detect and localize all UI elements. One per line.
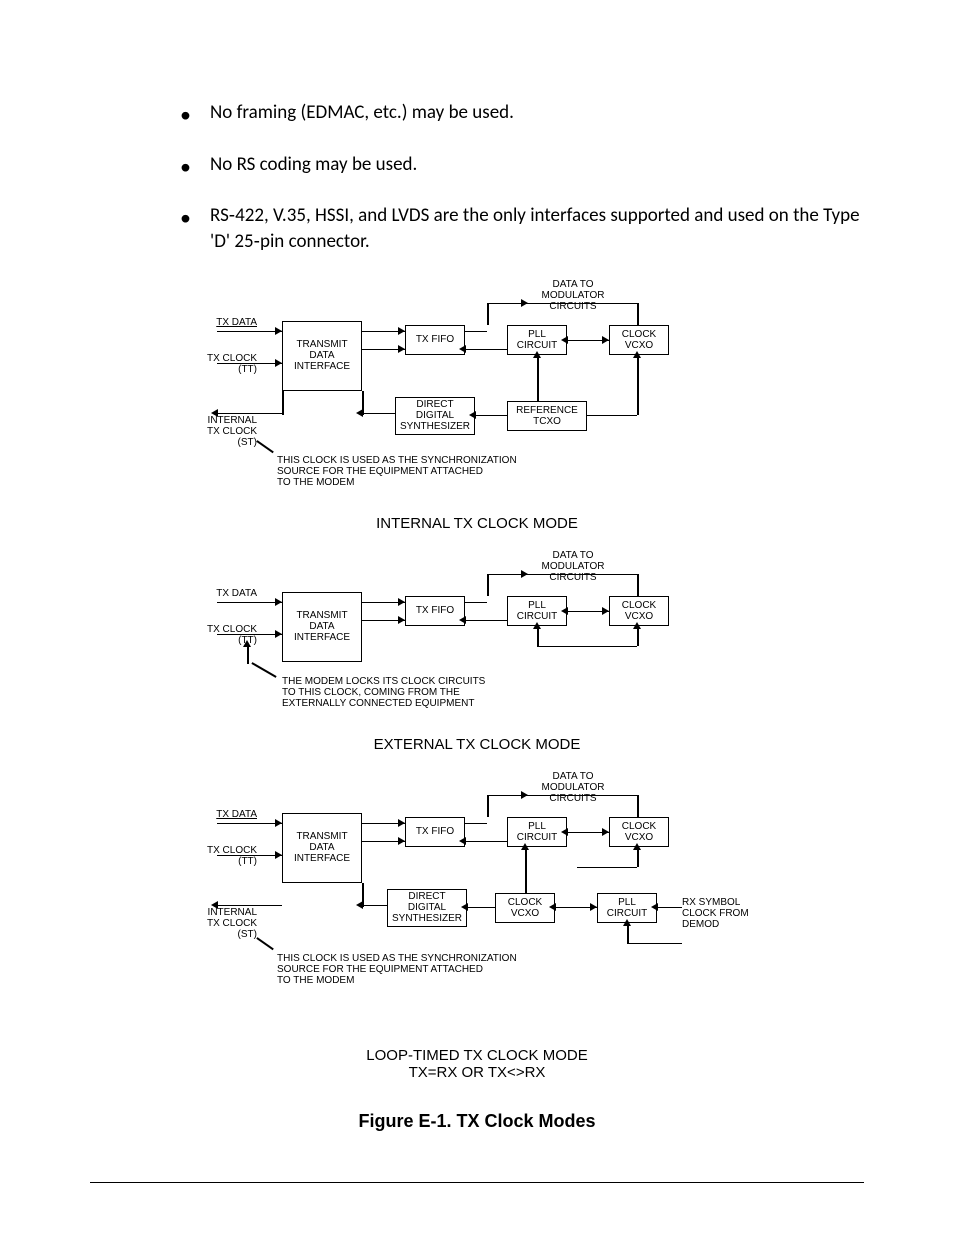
block-dds: DIRECT DIGITAL SYNTHESIZER bbox=[387, 889, 467, 927]
figure-caption: Figure E-1. TX Clock Modes bbox=[197, 1111, 757, 1132]
bullet-list: No framing (EDMAC, etc.) may be used. No… bbox=[180, 100, 864, 255]
label-txdata: TX DATA bbox=[197, 809, 257, 820]
page-body: No framing (EDMAC, etc.) may be used. No… bbox=[0, 0, 954, 1243]
block-vcxo2: CLOCK VCXO bbox=[495, 893, 555, 923]
label-data-to-mod: DATA TO MODULATOR CIRCUITS bbox=[533, 550, 613, 583]
mode-title-external: EXTERNAL TX CLOCK MODE bbox=[197, 736, 757, 753]
block-txfifo: TX FIFO bbox=[405, 817, 465, 847]
label-data-to-mod: DATA TO MODULATOR CIRCUITS bbox=[533, 279, 613, 312]
bullet-item: RS‑422, V.35, HSSI, and LVDS are the onl… bbox=[180, 203, 864, 254]
label-rx-symbol: RX SYMBOL CLOCK FROM DEMOD bbox=[682, 897, 762, 930]
diagram-loop: TX DATA TX CLOCK (TT) INTERNAL TX CLOCK … bbox=[197, 777, 757, 1037]
label-internal-txclock: INTERNAL TX CLOCK (ST) bbox=[187, 907, 257, 940]
label-txdata: TX DATA bbox=[197, 317, 257, 328]
block-txfifo: TX FIFO bbox=[405, 596, 465, 626]
note-sync: THIS CLOCK IS USED AS THE SYNCHRONIZATIO… bbox=[277, 953, 577, 986]
note-modem-locks: THE MODEM LOCKS ITS CLOCK CIRCUITS TO TH… bbox=[282, 676, 562, 709]
label-internal-txclock: INTERNAL TX CLOCK (ST) bbox=[187, 415, 257, 448]
block-dds: DIRECT DIGITAL SYNTHESIZER bbox=[395, 397, 475, 435]
footer-rule bbox=[90, 1182, 864, 1183]
figure-area: TX DATA TX CLOCK (TT) INTERNAL TX CLOCK … bbox=[197, 285, 757, 1132]
block-tdi: TRANSMIT DATA INTERFACE bbox=[282, 813, 362, 883]
block-txfifo: TX FIFO bbox=[405, 325, 465, 355]
note-sync: THIS CLOCK IS USED AS THE SYNCHRONIZATIO… bbox=[277, 455, 577, 488]
block-tdi: TRANSMIT DATA INTERFACE bbox=[282, 592, 362, 662]
block-ref-tcxo: REFERENCE TCXO bbox=[507, 401, 587, 431]
mode-title-internal: INTERNAL TX CLOCK MODE bbox=[197, 515, 757, 532]
bullet-item: No RS coding may be used. bbox=[180, 152, 864, 178]
mode-title-loop: LOOP-TIMED TX CLOCK MODE TX=RX OR TX<>RX bbox=[197, 1047, 757, 1081]
block-pll: PLL CIRCUIT bbox=[507, 817, 567, 847]
bullet-item: No framing (EDMAC, etc.) may be used. bbox=[180, 100, 864, 126]
diagram-internal: TX DATA TX CLOCK (TT) INTERNAL TX CLOCK … bbox=[197, 285, 757, 505]
label-txdata: TX DATA bbox=[197, 588, 257, 599]
diagram-external: TX DATA TX CLOCK (TT) DATA TO MODULATOR … bbox=[197, 556, 757, 726]
block-tdi: TRANSMIT DATA INTERFACE bbox=[282, 321, 362, 391]
label-data-to-mod: DATA TO MODULATOR CIRCUITS bbox=[533, 771, 613, 804]
